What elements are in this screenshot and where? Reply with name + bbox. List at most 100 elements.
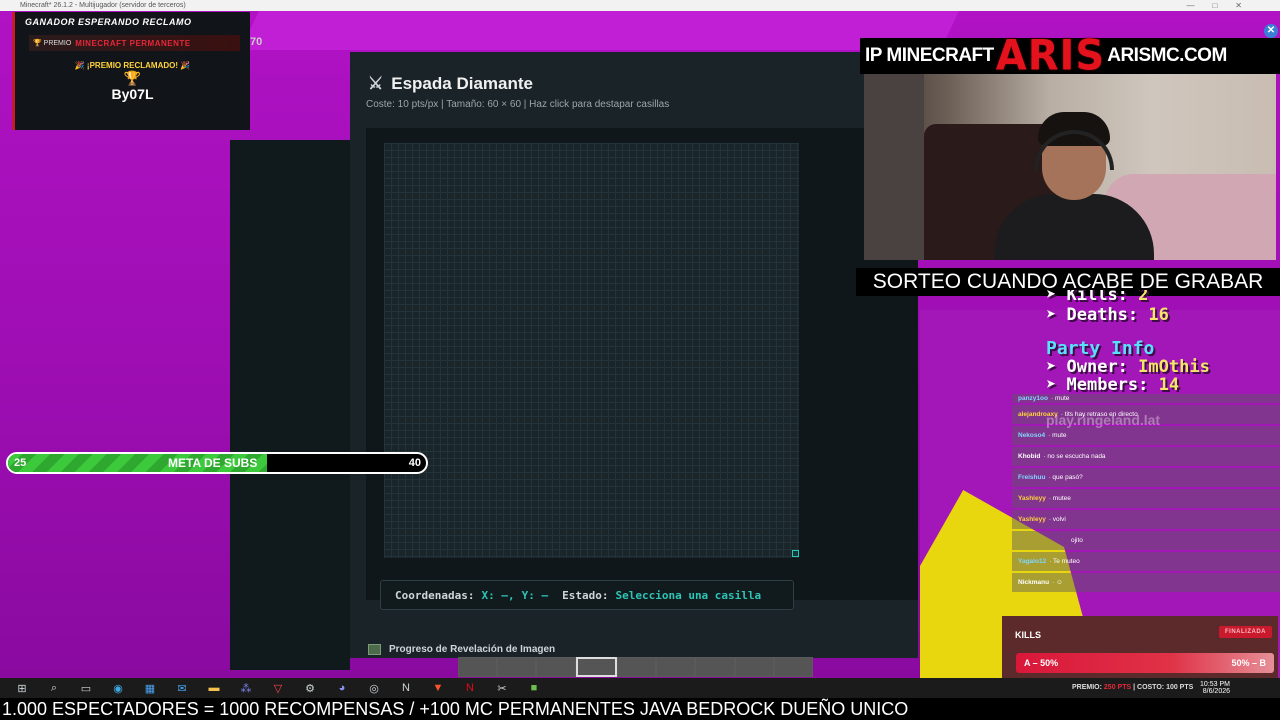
chat-user: Khobid	[1018, 453, 1041, 460]
hotbar-slot[interactable]	[616, 657, 657, 677]
chat-message: ojito	[1012, 531, 1280, 550]
brave-icon[interactable]: ▼	[428, 680, 448, 696]
chat-user: alejandroaxy	[1018, 411, 1058, 418]
prize-claimed-text: 🎉 ¡PREMIO RECLAMADO! 🎉	[74, 61, 191, 70]
hotbar-slot[interactable]	[695, 657, 735, 677]
status-bar: Coordenadas: X: —, Y: — Estado: Seleccio…	[380, 580, 794, 610]
chat-user: Yagalo12	[1018, 558, 1047, 565]
prize-label: 🏆 PREMIO	[33, 40, 72, 47]
winner-overlay: GANADOR ESPERANDO RECLAMO 🏆 PREMIO MINEC…	[12, 12, 250, 130]
arrow-icon: ➤	[1046, 290, 1057, 302]
chat-text: ojito	[1071, 537, 1083, 544]
window-title: Minecraft* 26.1.2 - Multijugador (servid…	[20, 2, 186, 9]
kills-value: 2	[1138, 290, 1149, 302]
obs-icon[interactable]: ◎	[364, 680, 384, 696]
close-icon[interactable]: ✕	[1235, 1, 1260, 10]
window-controls[interactable]: —□✕	[1186, 0, 1260, 11]
owner-label: Owner:	[1066, 357, 1128, 377]
hotbar-slot[interactable]	[497, 657, 537, 677]
hotbar-slot[interactable]	[734, 657, 774, 677]
window-titlebar: Minecraft* 26.1.2 - Multijugador (servid…	[0, 0, 1280, 11]
taskview-icon[interactable]: ▭	[76, 680, 96, 696]
subs-goal-bar: 25 META DE SUBS 40	[6, 452, 428, 474]
hotbar-slot[interactable]	[773, 657, 813, 677]
hotbar-slot[interactable]	[536, 657, 576, 677]
winner-header: GANADOR ESPERANDO RECLAMO	[25, 17, 192, 27]
netflix-icon[interactable]: N	[460, 680, 480, 696]
edge-icon[interactable]: ◉	[108, 680, 128, 696]
settings-icon[interactable]: ⚙	[300, 680, 320, 696]
chat-text: · mute	[1050, 395, 1070, 402]
capcut-icon[interactable]: ✂	[492, 680, 512, 696]
folder-icon[interactable]: ▬	[204, 680, 224, 696]
deaths-line: ➤ Deaths: 16	[1046, 306, 1210, 324]
prize-value: MINECRAFT PERMANENTE	[75, 38, 191, 48]
chat-message: Nickmanu · ☺	[1012, 573, 1280, 592]
maximize-icon[interactable]: □	[1212, 1, 1235, 10]
chat-user: Nickmanu	[1018, 579, 1050, 586]
bg-dark-panel	[230, 140, 350, 670]
chat-text: · mutee	[1048, 495, 1071, 502]
hotbar-slot-selected[interactable]	[575, 657, 617, 677]
subs-label: META DE SUBS	[168, 456, 258, 470]
minimize-icon[interactable]: —	[1186, 1, 1212, 10]
grid-selected-cell[interactable]	[792, 550, 799, 557]
cost-label: | COSTO:	[1133, 684, 1165, 691]
mail-icon[interactable]: ✉	[172, 680, 192, 696]
minecraft-icon[interactable]: ■	[524, 680, 544, 696]
webcam-door	[864, 74, 924, 260]
progress-section: Progreso de Revelación de Imagen	[368, 644, 555, 655]
clock-date: 8/6/2026	[1202, 688, 1230, 695]
state-label: Estado:	[562, 588, 609, 602]
hotbar-slot[interactable]	[458, 657, 498, 677]
chat-message: Nekoso4 · mute	[1012, 426, 1280, 445]
deaths-value: 16	[1148, 305, 1169, 325]
chat-message: Yashleyy · mutee	[1012, 489, 1280, 508]
members-value: 14	[1158, 375, 1180, 395]
owner-line: ➤ Owner: ImOthis	[1046, 358, 1210, 376]
modal-title: Espada Diamante	[391, 74, 533, 93]
chat-panel: panzy1oo · mute alejandroaxy · tits hay re…	[1012, 394, 1280, 594]
progress-title: Progreso de Revelación de Imagen	[389, 644, 556, 655]
deaths-label: Deaths:	[1066, 305, 1139, 325]
poll-right: 50% – B	[1231, 658, 1266, 668]
valorant-icon[interactable]: ▽	[268, 680, 288, 696]
close-icon[interactable]: ✕	[1264, 24, 1278, 38]
arrow-icon: ➤	[1046, 375, 1057, 395]
system-clock[interactable]: 10:53 PM 8/6/2026	[1200, 681, 1230, 695]
x-value: X: —,	[481, 588, 515, 602]
arrow-icon: ➤	[1046, 357, 1057, 377]
minecraft-hotbar	[458, 657, 813, 677]
clock-time: 10:53 PM	[1200, 681, 1230, 688]
chat-text: · Te muteo	[1049, 558, 1080, 565]
prize-row: 🏆 PREMIO MINECRAFT PERMANENTE	[29, 35, 240, 51]
arrow-icon: ➤	[1046, 305, 1057, 325]
webcam-feed	[864, 74, 1276, 260]
windows-taskbar: ⊞ ⌕ ▭ ◉ ▦ ✉ ▬ ⁂ ▽ ⚙ ◕ ◎ N ▼ N ✂ ■ PREMIO…	[0, 678, 1280, 698]
modal-title-row: ⚔ Espada Diamante	[368, 74, 533, 94]
pixel-grid[interactable]	[384, 143, 799, 558]
y-value: Y: —	[521, 588, 549, 602]
subs-start: 25	[14, 457, 27, 469]
poll-left: A – 50%	[1024, 658, 1059, 668]
chat-user: Nekoso4	[1018, 432, 1046, 439]
state-value: Selecciona una casilla	[615, 588, 762, 602]
chat-message: Freishuu · que pasó?	[1012, 468, 1280, 487]
search-icon[interactable]: ⌕	[44, 680, 64, 696]
cost-value: 100 PTS	[1166, 684, 1194, 691]
ip-banner: IP MINECRAFT ARIS ARISMC.COM	[860, 31, 1280, 81]
scoreboard: ➤ Kills: 2 ➤ Deaths: 16 Party Info ➤ Own…	[1046, 290, 1210, 394]
chat-text: · no se escucha nada	[1043, 453, 1106, 460]
hotbar-slot[interactable]	[656, 657, 696, 677]
server-logo: ARIS	[995, 31, 1106, 81]
windows-icon[interactable]: ⊞	[12, 680, 32, 696]
teams-icon[interactable]: ⁂	[236, 680, 256, 696]
winner-name: By07L	[111, 86, 154, 102]
subs-end: 40	[408, 457, 421, 469]
store-icon[interactable]: ▦	[140, 680, 160, 696]
coords-label: Coordenadas:	[395, 588, 475, 602]
chat-user: Yashleyy	[1018, 516, 1046, 523]
discord-icon[interactable]: ◕	[332, 680, 352, 696]
notion-icon[interactable]: N	[396, 680, 416, 696]
chat-message: panzy1oo · mute	[1012, 394, 1280, 403]
